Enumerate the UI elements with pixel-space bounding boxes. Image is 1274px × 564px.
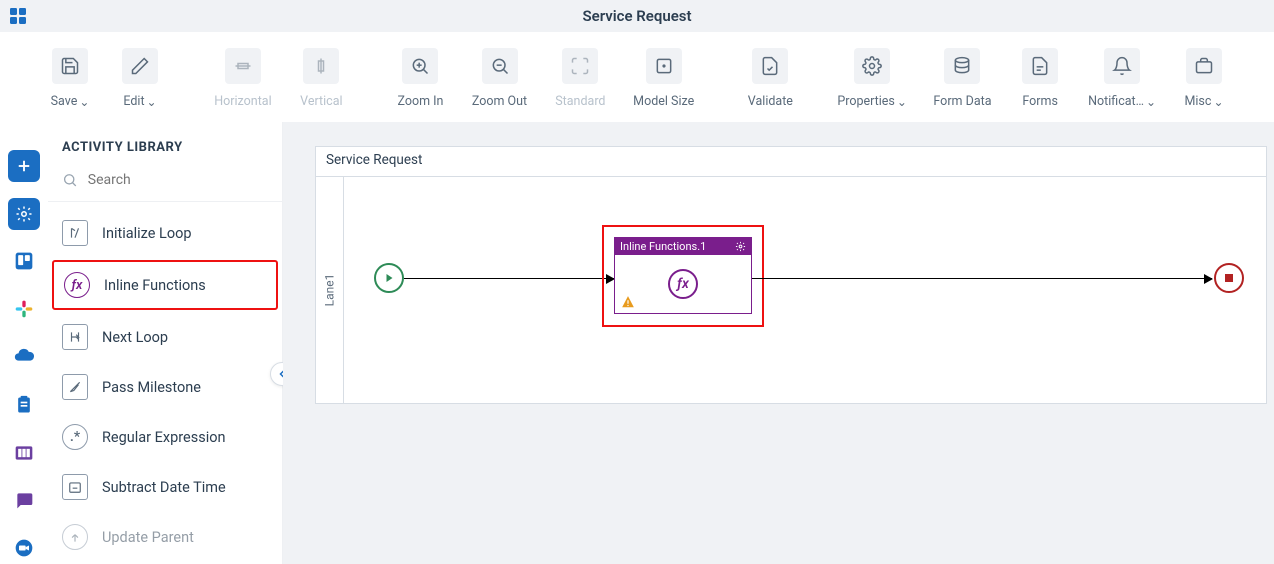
panel-title: ACTIVITY LIBRARY	[48, 122, 282, 171]
activity-pass-milestone[interactable]: Pass Milestone	[48, 362, 282, 412]
activity-list: Initialize Loop ƒx Inline Functions Next…	[48, 202, 282, 562]
validate-button[interactable]: Validate	[733, 42, 807, 109]
edit-label: Edit	[123, 94, 144, 109]
inline-functions-node[interactable]: Inline Functions.1 ƒx	[614, 237, 752, 314]
activity-label: Next Loop	[102, 329, 168, 346]
workflow-icon[interactable]	[8, 198, 40, 230]
stop-icon	[1225, 274, 1233, 282]
play-icon	[383, 272, 395, 284]
edit-button[interactable]: Edit⌄	[105, 42, 175, 109]
zoom-standard-button[interactable]: Standard	[541, 42, 620, 109]
misc-button[interactable]: Misc⌄	[1169, 42, 1239, 109]
node-title: Inline Functions.1	[620, 240, 706, 253]
lane-header[interactable]: Lane1	[316, 177, 344, 403]
activity-subtract-date-time[interactable]: Subtract Date Time	[48, 462, 282, 512]
zoom-out-button[interactable]: Zoom Out	[458, 42, 541, 109]
chat-icon[interactable]	[8, 484, 40, 516]
slack-icon[interactable]	[8, 293, 40, 325]
chevron-down-icon: ⌄	[1146, 95, 1156, 109]
fx-icon: ƒx	[668, 269, 698, 299]
vertical-label: Vertical	[300, 94, 342, 109]
canvas-title: Service Request	[316, 147, 1266, 177]
loop-init-icon	[62, 220, 88, 246]
model-size-button[interactable]: Model Size	[620, 42, 708, 109]
edge-start-to-node[interactable]	[404, 278, 614, 279]
node-body: ƒx	[615, 255, 751, 313]
properties-label: Properties	[837, 94, 895, 109]
misc-label: Misc	[1184, 94, 1211, 109]
calendar-minus-icon	[62, 474, 88, 500]
node-header: Inline Functions.1	[615, 238, 751, 255]
form-data-label: Form Data	[933, 94, 991, 109]
standard-label: Standard	[555, 94, 605, 109]
onedrive-icon[interactable]	[8, 341, 40, 373]
activity-inline-functions[interactable]: ƒx Inline Functions	[52, 260, 278, 310]
activity-label: Pass Milestone	[102, 379, 201, 396]
canvas-area: Service Request Lane1 Inline Functions.1…	[283, 122, 1274, 564]
lane-label: Lane1	[323, 274, 337, 307]
video-icon[interactable]	[8, 532, 40, 564]
activity-initialize-loop[interactable]: Initialize Loop	[48, 208, 282, 258]
align-vertical-button[interactable]: Vertical	[285, 42, 357, 109]
end-node[interactable]	[1214, 263, 1244, 293]
align-horizontal-button[interactable]: Horizontal	[201, 42, 286, 109]
activity-label: Update Parent	[102, 529, 194, 546]
app-launcher-icon[interactable]	[0, 0, 36, 32]
properties-button[interactable]: Properties⌄	[825, 42, 920, 109]
notifications-button[interactable]: Notificat…⌄	[1075, 42, 1169, 109]
clipboard-icon[interactable]	[8, 389, 40, 421]
horizontal-label: Horizontal	[214, 94, 271, 109]
chevron-down-icon: ⌄	[1213, 95, 1223, 109]
update-parent-icon	[62, 524, 88, 550]
side-rail	[0, 122, 48, 564]
page-title: Service Request	[582, 7, 691, 25]
activity-regular-expression[interactable]: .* Regular Expression	[48, 412, 282, 462]
activity-label: Inline Functions	[104, 277, 206, 294]
toolbar: Save⌄ Edit⌄ Horizontal Vertical Zoom In …	[0, 32, 1274, 122]
zoom-in-button[interactable]: Zoom In	[383, 42, 458, 109]
activity-library-panel: ACTIVITY LIBRARY Initialize Loop ƒx Inli…	[48, 122, 283, 564]
gear-icon[interactable]	[735, 241, 746, 252]
zoom-in-label: Zoom In	[397, 94, 443, 109]
milestone-icon	[62, 374, 88, 400]
lane-body[interactable]: Inline Functions.1 ƒx	[344, 177, 1266, 403]
save-label: Save	[51, 94, 78, 109]
search-icon	[62, 171, 78, 189]
form-data-button[interactable]: Form Data	[920, 42, 1005, 109]
validate-label: Validate	[748, 94, 793, 109]
save-button[interactable]: Save⌄	[35, 42, 105, 109]
activity-label: Initialize Loop	[102, 225, 192, 242]
chevron-down-icon: ⌄	[147, 95, 157, 109]
add-button[interactable]	[8, 150, 40, 182]
zoom-out-label: Zoom Out	[472, 94, 527, 109]
chevron-down-icon: ⌄	[897, 95, 907, 109]
edge-node-to-end[interactable]	[752, 278, 1212, 279]
chevron-down-icon: ⌄	[79, 95, 89, 109]
main-area: ACTIVITY LIBRARY Initialize Loop ƒx Inli…	[0, 122, 1274, 564]
fx-icon: ƒx	[64, 272, 90, 298]
regex-icon: .*	[62, 424, 88, 450]
loop-next-icon	[62, 324, 88, 350]
activity-label: Regular Expression	[102, 429, 226, 446]
trello-icon[interactable]	[8, 246, 40, 278]
search-input[interactable]	[88, 172, 268, 188]
window-header: Service Request	[0, 0, 1274, 32]
notifications-label: Notificat…	[1088, 94, 1144, 109]
columns-icon[interactable]	[8, 437, 40, 469]
activity-next-loop[interactable]: Next Loop	[48, 312, 282, 362]
forms-button[interactable]: Forms	[1005, 42, 1075, 109]
model-size-label: Model Size	[633, 94, 694, 109]
start-node[interactable]	[374, 263, 404, 293]
search-wrap	[48, 171, 282, 202]
forms-label: Forms	[1022, 94, 1058, 109]
process-canvas[interactable]: Service Request Lane1 Inline Functions.1…	[315, 146, 1267, 404]
activity-update-parent[interactable]: Update Parent	[48, 512, 282, 562]
warning-icon	[621, 295, 635, 309]
activity-label: Subtract Date Time	[102, 479, 226, 496]
